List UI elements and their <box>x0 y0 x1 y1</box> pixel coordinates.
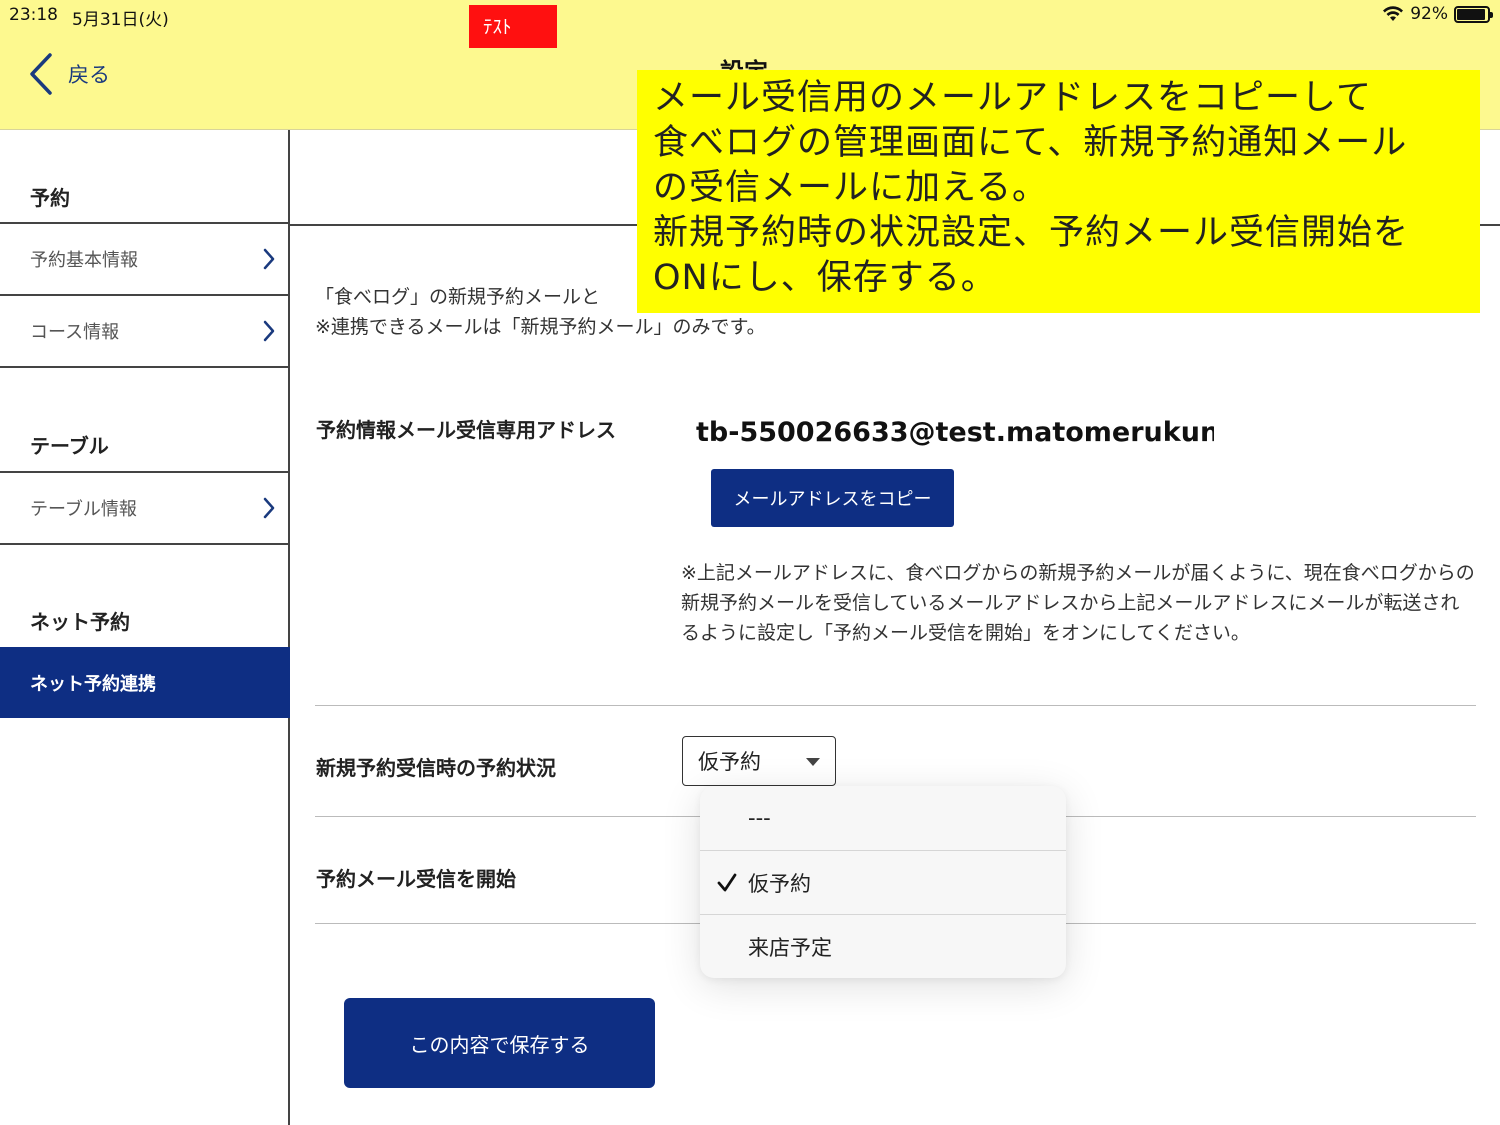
receive-setting-label: 予約メール受信を開始 <box>316 867 516 891</box>
status-time: 23:18 <box>9 5 58 25</box>
sidebar-divider <box>0 366 290 368</box>
selected-value: 仮予約 <box>698 750 761 774</box>
sidebar-section-net-reservation: ネット予約 <box>30 610 130 634</box>
annotation-line: ONにし、保存する。 <box>653 258 997 298</box>
chevron-right-icon <box>263 497 275 519</box>
annotation-line: の受信メールに加える。 <box>653 168 1048 208</box>
option-label: 来店予定 <box>748 935 832 960</box>
sidebar-item-label: 予約基本情報 <box>30 250 138 271</box>
sidebar-section-reservation: 予約 <box>30 186 70 210</box>
intro-text: 「食べログ」の新規予約メールと <box>315 286 601 308</box>
annotation-callout: メール受信用のメールアドレスをコピーして 食べログの管理画面にて、新規予約通知メ… <box>637 70 1480 313</box>
chevron-left-icon <box>30 53 52 95</box>
chevron-right-icon <box>263 248 275 270</box>
option-tentative[interactable]: 仮予約 <box>700 850 1066 914</box>
annotation-line: 食べログの管理画面にて、新規予約通知メール <box>653 123 1408 163</box>
back-button[interactable]: 戻る <box>28 50 110 98</box>
status-setting-label: 新規予約受信時の予約状況 <box>316 756 556 780</box>
chevron-right-icon <box>263 320 275 342</box>
caret-down-icon <box>806 758 820 766</box>
sidebar-item-course-info[interactable]: コース情報 <box>0 294 290 366</box>
wifi-icon <box>1383 6 1404 21</box>
sidebar-item-label: コース情報 <box>30 322 120 343</box>
checkmark-icon <box>717 873 737 892</box>
email-address: tb-550026633@test.matomerukun.jp <box>696 417 1214 448</box>
option-none[interactable]: --- <box>700 786 1066 850</box>
battery-percent: 92% <box>1410 4 1448 24</box>
intro-note: ※連携できるメールは「新規予約メール」のみです。 <box>315 316 766 338</box>
sidebar-divider <box>0 543 290 545</box>
status-date: 5月31日(火) <box>72 10 169 30</box>
sidebar-section-table: テーブル <box>30 434 109 458</box>
sidebar-item-label: ネット予約連携 <box>30 673 156 695</box>
copy-email-button[interactable]: メールアドレスをコピー <box>711 469 954 527</box>
battery-icon <box>1454 5 1493 23</box>
sidebar-item-basic-info[interactable]: 予約基本情報 <box>0 222 290 294</box>
option-label: --- <box>748 806 771 830</box>
row-divider <box>315 705 1476 706</box>
save-button[interactable]: この内容で保存する <box>344 998 655 1088</box>
annotation-line: メール受信用のメールアドレスをコピーして <box>653 78 1372 118</box>
sidebar-item-net-reservation-link[interactable]: ネット予約連携 <box>0 647 290 718</box>
sidebar-item-table-info[interactable]: テーブル情報 <box>0 471 290 543</box>
back-label: 戻る <box>68 63 110 87</box>
status-indicators: 92% <box>1382 4 1493 24</box>
test-badge: ﾃｽﾄ <box>469 5 557 48</box>
forwarding-note: ※上記メールアドレスに、食べログからの新規予約メールが届くように、現在食べログか… <box>681 562 1475 644</box>
sidebar-item-label: テーブル情報 <box>30 499 137 520</box>
status-options-popover: --- 仮予約 来店予定 <box>700 786 1066 978</box>
address-label: 予約情報メール受信専用アドレス <box>316 418 616 442</box>
sidebar: 予約 予約基本情報 コース情報 テーブル テーブル情報 ネット予約 ネット予約連… <box>0 130 290 1125</box>
option-label: 仮予約 <box>748 871 811 896</box>
option-visit-scheduled[interactable]: 来店予定 <box>700 914 1066 978</box>
reservation-status-select[interactable]: 仮予約 <box>682 736 836 786</box>
annotation-line: 新規予約時の状況設定、予約メール受信開始を <box>653 213 1410 253</box>
